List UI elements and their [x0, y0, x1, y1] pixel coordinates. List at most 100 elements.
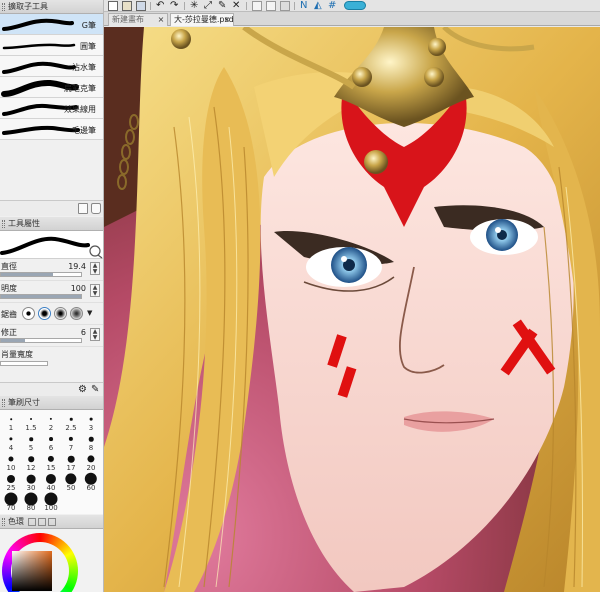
- special-ruler-icon[interactable]: ◭: [314, 1, 324, 11]
- brush-stroke-preview: [2, 18, 74, 31]
- fill-icon[interactable]: [266, 1, 276, 11]
- tab-new-canvas[interactable]: 新建畫布 ×: [108, 13, 168, 26]
- brush-size-option[interactable]: 2: [41, 412, 61, 432]
- subtool-item[interactable]: G筆: [0, 14, 103, 35]
- brush-size-dot: [9, 437, 13, 441]
- artwork-illustration: [104, 27, 600, 592]
- grip-icon[interactable]: [2, 2, 5, 11]
- stabilization-spinner[interactable]: ▲ ▼: [90, 328, 100, 341]
- subtool-item[interactable]: 毛邊筆: [0, 119, 103, 140]
- antialias-none-option[interactable]: [22, 307, 35, 320]
- opacity-row[interactable]: 明度 100 ▲ ▼: [0, 281, 103, 303]
- brush-size-header[interactable]: 筆刷尺寸: [0, 396, 103, 410]
- antialias-mid-option[interactable]: [54, 307, 67, 320]
- ruler-snap-icon[interactable]: N: [300, 1, 310, 11]
- opacity-value[interactable]: 100: [71, 284, 86, 293]
- grip-icon[interactable]: [2, 219, 5, 228]
- stabilization-row[interactable]: 修正 6 ▲ ▼: [0, 325, 103, 347]
- brush-size-option[interactable]: 20: [81, 452, 101, 472]
- grip-icon[interactable]: [2, 517, 5, 526]
- clear-icon[interactable]: [252, 1, 262, 11]
- brush-size-option[interactable]: 8: [81, 432, 101, 452]
- canvas[interactable]: [104, 27, 600, 592]
- brush-size-spinner[interactable]: ▲ ▼: [90, 262, 100, 275]
- subtool-item[interactable]: 圓筆: [0, 35, 103, 56]
- redo-icon[interactable]: ↷: [170, 1, 180, 11]
- subtool-item[interactable]: 效果線用: [0, 98, 103, 119]
- stabilization-value[interactable]: 6: [81, 328, 86, 337]
- grid-snap-icon[interactable]: #: [328, 1, 338, 11]
- brush-size-option[interactable]: 7: [61, 432, 81, 452]
- brush-size-option[interactable]: 5: [21, 432, 41, 452]
- brush-size-option[interactable]: 40: [41, 472, 61, 492]
- save-icon[interactable]: [136, 1, 146, 11]
- brush-size-option[interactable]: 1: [1, 412, 21, 432]
- transform-icon[interactable]: ⤢: [204, 1, 214, 11]
- brush-size-option[interactable]: 30: [21, 472, 41, 492]
- color-panel-header[interactable]: 色環: [0, 515, 103, 529]
- intermediate-color-icon[interactable]: [48, 517, 56, 526]
- brush-size-option[interactable]: 12: [21, 452, 41, 472]
- brush-size-value: 5: [28, 444, 34, 452]
- saturation-value-square[interactable]: [12, 551, 52, 591]
- brush-size-value: 2: [48, 424, 54, 432]
- brush-size-dot: [67, 455, 75, 463]
- stabilization-label: 修正: [1, 328, 17, 337]
- wrench-icon[interactable]: ✎: [91, 384, 99, 395]
- copy-subtool-icon[interactable]: [78, 203, 88, 214]
- settings-icon[interactable]: ⚙: [78, 384, 87, 395]
- brush-size-dot: [47, 455, 55, 463]
- subtool-label: 沾水筆: [72, 63, 96, 72]
- subtool-panel-header[interactable]: 擴取子工具: [0, 0, 103, 14]
- open-file-icon[interactable]: [122, 1, 132, 11]
- brush-size-option[interactable]: 100: [41, 492, 61, 512]
- brush-size-value[interactable]: 19.4: [68, 262, 86, 271]
- brush-size-option[interactable]: 2.5: [61, 412, 81, 432]
- antialias-strong-option[interactable]: [70, 307, 83, 320]
- stroke-preview-graphic: [0, 236, 103, 259]
- brush-size-option[interactable]: 3: [81, 412, 101, 432]
- brush-size-value: 30: [26, 484, 36, 492]
- color-slider-icon[interactable]: [28, 517, 36, 526]
- brush-size-option[interactable]: 6: [41, 432, 61, 452]
- brush-size-slider[interactable]: [0, 272, 82, 277]
- antialias-weak-option[interactable]: [38, 307, 51, 320]
- brush-size-option[interactable]: 80: [21, 492, 41, 512]
- brush-size-option[interactable]: 50: [61, 472, 81, 492]
- brush-size-option[interactable]: 4: [1, 432, 21, 452]
- brush-size-option[interactable]: 17: [61, 452, 81, 472]
- tool-property-header[interactable]: 工具屬性: [0, 217, 103, 231]
- cs-logo-icon[interactable]: [344, 1, 366, 10]
- brush-size-value: 17: [66, 464, 76, 472]
- pen-icon[interactable]: ✎: [218, 1, 228, 11]
- chevron-down-icon[interactable]: ▼: [87, 309, 92, 317]
- close-icon[interactable]: ×: [223, 16, 231, 24]
- pressure-bar[interactable]: [0, 361, 48, 366]
- loading-icon[interactable]: ✳: [190, 1, 200, 11]
- brush-size-option[interactable]: 1.5: [21, 412, 41, 432]
- brush-size-option[interactable]: 60: [81, 472, 101, 492]
- tab-active-document[interactable]: 大-莎拉曼德.psd ×: [170, 13, 234, 26]
- stabilization-slider[interactable]: [0, 338, 82, 343]
- opacity-spinner[interactable]: ▲ ▼: [90, 284, 100, 297]
- subtool-item[interactable]: 沾水筆: [0, 56, 103, 77]
- brush-size-value: 100: [44, 504, 58, 512]
- brush-size-option[interactable]: 10: [1, 452, 21, 472]
- brush-size-row[interactable]: 直徑 19.4 ▲ ▼: [0, 259, 103, 281]
- brush-size-value: 20: [86, 464, 96, 472]
- grip-icon[interactable]: [2, 398, 5, 407]
- color-set-icon[interactable]: [38, 517, 46, 526]
- pressure-row[interactable]: 肖量寬度: [0, 347, 103, 369]
- new-file-icon[interactable]: [108, 1, 118, 11]
- subtool-item[interactable]: 扁笔克筆: [0, 77, 103, 98]
- lasso-icon[interactable]: ✕: [232, 1, 242, 11]
- brush-size-option[interactable]: 15: [41, 452, 61, 472]
- trash-icon[interactable]: [91, 203, 101, 214]
- undo-icon[interactable]: ↶: [156, 1, 166, 11]
- frame-icon[interactable]: [280, 1, 290, 11]
- close-icon[interactable]: ×: [157, 16, 165, 24]
- brush-size-dot: [26, 474, 36, 484]
- brush-size-option[interactable]: 25: [1, 472, 21, 492]
- brush-size-option[interactable]: 70: [1, 492, 21, 512]
- opacity-slider[interactable]: [0, 294, 82, 299]
